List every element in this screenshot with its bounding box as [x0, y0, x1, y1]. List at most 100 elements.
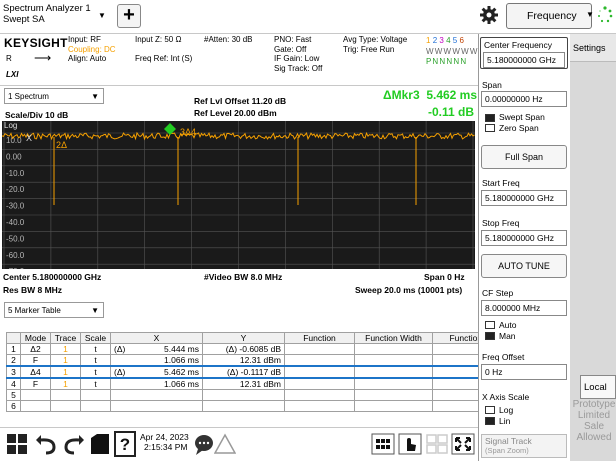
trace-detectors: P N N N N N: [426, 57, 466, 66]
y-tick-label: -60.0: [6, 251, 25, 260]
table-cell: [284, 389, 355, 401]
center-frequency-control[interactable]: Center Frequency 5.180000000 GHz: [480, 37, 568, 69]
windows-icon[interactable]: [4, 431, 30, 457]
auto-tune-button[interactable]: AUTO TUNE: [481, 254, 567, 278]
x-axis-scale-toggle[interactable]: Log Lin: [482, 404, 568, 428]
add-screen-button[interactable]: +: [117, 4, 141, 28]
gear-icon[interactable]: [478, 3, 500, 27]
warning-icon[interactable]: [213, 431, 237, 457]
full-span-button[interactable]: Full Span: [481, 145, 567, 169]
span-value[interactable]: 0.00000000 Hz: [481, 91, 567, 107]
table-row[interactable]: 5: [6, 389, 523, 401]
avg-type: Avg Type: Voltage: [343, 35, 408, 44]
lxi-indicator: LXI: [6, 70, 19, 79]
pno-settings[interactable]: PNO: Fast Gate: Off IF Gain: Low Sig Tra…: [274, 35, 322, 73]
atten: #Atten: 30 dB: [204, 35, 253, 44]
signal-track-button[interactable]: Signal Track (Span Zoom): [481, 434, 567, 458]
table-cell: 5: [6, 389, 21, 401]
signal-track-sub: (Span Zoom): [485, 446, 529, 455]
table-cell: 12.31 dBm: [202, 377, 285, 390]
clock: Apr 24, 2023 2:15:34 PM: [140, 432, 189, 452]
cf-step-label: CF Step: [482, 288, 514, 298]
center-frequency-value[interactable]: 5.180000000 GHz: [483, 52, 565, 68]
redo-icon[interactable]: [60, 431, 86, 457]
local-button[interactable]: Local: [580, 375, 616, 399]
table-cell: [284, 400, 355, 412]
table-cell: [110, 354, 133, 367]
window-layout-icon[interactable]: [425, 431, 449, 457]
marker-table-select-value: 5 Marker Table: [8, 306, 61, 315]
table-cell: 5.462 ms: [132, 365, 203, 379]
message-icon[interactable]: [194, 431, 214, 457]
center-freq-label: Center 5.180000000 GHz: [3, 272, 102, 282]
chevron-down-icon: ▼: [91, 306, 99, 315]
table-cell: [132, 389, 203, 401]
ref-offset: Ref Lvl Offset 11.20 dB: [194, 96, 287, 106]
table-row[interactable]: 2 F 1 t 1.066 ms 12.31 dBm: [6, 354, 523, 367]
swept-span-radio[interactable]: [485, 114, 495, 122]
help-icon[interactable]: ?: [114, 431, 136, 457]
avg-settings[interactable]: Avg Type: Voltage Trig: Free Run: [343, 35, 407, 54]
keypad-icon[interactable]: [371, 431, 395, 457]
table-cell: [20, 400, 51, 412]
table-row[interactable]: 1 Δ2 1 t (Δ) 5.444 ms (Δ) -0.6085 dB: [6, 343, 523, 355]
cf-step-value[interactable]: 8.000000 MHz: [481, 300, 567, 316]
chevron-down-icon[interactable]: ▼: [96, 10, 108, 22]
tab-settings[interactable]: Settings: [570, 34, 616, 62]
cf-auto-radio[interactable]: [485, 321, 495, 329]
spectrum-plot[interactable]: 10.00.00-10.0-20.0-30.0-40.0-50.0-60.0-7…: [1, 121, 475, 276]
table-cell: [110, 400, 133, 412]
align-auto: Align: Auto: [68, 54, 107, 63]
spectrum-trace-graph[interactable]: 10.00.00-10.0-20.0-30.0-40.0-50.0-60.0-7…: [1, 121, 475, 276]
span-label: Span: [482, 80, 502, 90]
file-icon[interactable]: [87, 431, 113, 457]
y-tick-label: -10.0: [6, 169, 25, 178]
chevron-down-icon[interactable]: ▼: [586, 10, 594, 19]
marker-table[interactable]: Mode Trace Scale X Y Function Function W…: [6, 332, 523, 412]
table-cell: [284, 354, 355, 367]
table-cell: 3: [6, 365, 21, 379]
cf-man-label: Man: [499, 331, 516, 341]
swept-zero-span-toggle[interactable]: Swept Span Zero Span: [482, 112, 568, 138]
impedance-settings[interactable]: Input Z: 50 Ω Freq Ref: Int (S): [135, 35, 192, 64]
table-cell: F: [20, 354, 51, 367]
window-select-dropdown[interactable]: 1 Spectrum ▼: [4, 88, 104, 104]
table-row[interactable]: 6: [6, 400, 523, 412]
touch-icon[interactable]: [398, 431, 422, 457]
atten-settings[interactable]: #Atten: 30 dB: [204, 35, 252, 45]
table-cell: [132, 400, 203, 412]
table-cell: Δ2: [20, 343, 51, 355]
trace-status-grid[interactable]: 1 2 3 4 5 6 W W W W W W P N N N N N: [426, 36, 477, 68]
coupling-dc: Coupling: DC: [68, 44, 116, 54]
x-lin-radio[interactable]: [485, 417, 495, 425]
fullscreen-icon[interactable]: [451, 431, 475, 457]
remote-indicator: R: [6, 54, 12, 63]
stop-freq-value[interactable]: 5.180000000 GHz: [481, 230, 567, 246]
x-axis-scale-label: X Axis Scale: [482, 392, 530, 402]
input-settings[interactable]: Input: RF Coupling: DC Align: Auto: [68, 35, 116, 64]
table-row[interactable]: 3 Δ4 1 t (Δ) 5.462 ms (Δ) -0.1117 dB: [6, 365, 523, 379]
scale-div: Scale/Div 10 dB: [5, 110, 69, 120]
frequency-menu-button[interactable]: Frequency: [506, 3, 592, 29]
freq-offset-value[interactable]: 0 Hz: [481, 364, 567, 380]
start-freq-value[interactable]: 5.180000000 GHz: [481, 190, 567, 206]
undo-icon[interactable]: [34, 431, 60, 457]
table-row[interactable]: 4 F 1 t 1.066 ms 12.31 dBm: [6, 377, 523, 390]
table-cell: [202, 400, 285, 412]
x-log-radio[interactable]: [485, 406, 495, 414]
cf-auto-label: Auto: [499, 320, 517, 330]
input-arrow-icon: ⟶: [34, 51, 52, 65]
marker-table-select-dropdown[interactable]: 5 Marker Table ▼: [4, 302, 104, 318]
trace-types: W W W W W W: [426, 46, 477, 56]
table-cell: 1.066 ms: [132, 354, 203, 367]
table-cell: (Δ): [110, 365, 133, 379]
gate: Gate: Off: [274, 44, 307, 54]
table-cell: [80, 389, 111, 401]
table-cell: (Δ): [110, 343, 133, 355]
cf-step-auto-man-toggle[interactable]: Auto Man: [482, 319, 568, 345]
cf-man-radio[interactable]: [485, 332, 495, 340]
table-cell: (Δ) -0.1117 dB: [202, 365, 285, 379]
zero-span-radio[interactable]: [485, 124, 495, 132]
table-cell: 12.31 dBm: [202, 354, 285, 367]
table-cell: [284, 365, 355, 379]
